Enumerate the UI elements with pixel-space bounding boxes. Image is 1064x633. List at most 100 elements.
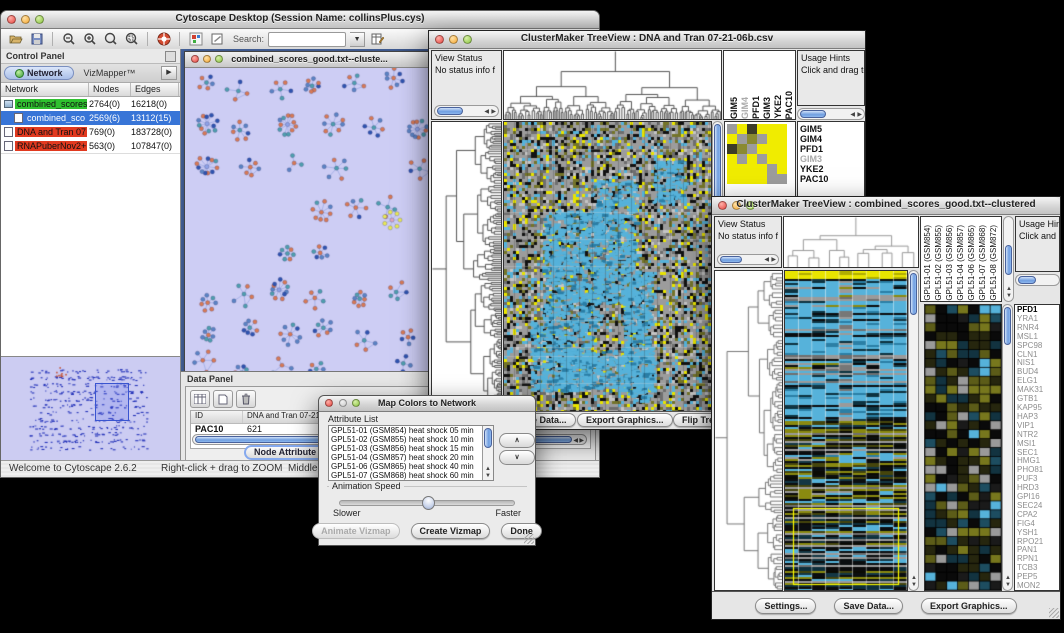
- create-vizmap-button[interactable]: Create Vizmap: [411, 523, 491, 539]
- column-label[interactable]: YKE2: [773, 95, 783, 119]
- save-data-button[interactable]: Save Data...: [834, 598, 903, 614]
- settings-button[interactable]: Settings...: [755, 598, 816, 614]
- save-session-icon[interactable]: [28, 31, 45, 47]
- row-label[interactable]: GIM5: [798, 124, 864, 134]
- network-name: RNAPuberNov2+I: [15, 141, 87, 151]
- column-label[interactable]: GIM5: [729, 97, 739, 119]
- col-header-network[interactable]: Network: [1, 83, 89, 96]
- move-up-button[interactable]: ∧: [499, 433, 535, 448]
- animation-speed-slider[interactable]: [339, 500, 515, 506]
- column-dendrogram-panel[interactable]: [783, 216, 919, 268]
- column-labels-panel: GPL51-01 (GSM854)GPL51-02 (GSM855)GPL51-…: [920, 216, 1002, 302]
- usage-hints-scrollbar[interactable]: ◀▶: [797, 108, 865, 120]
- attribute-list-scrollbar[interactable]: ▲▼: [482, 426, 493, 480]
- network-graph-canvas[interactable]: [185, 68, 434, 379]
- animate-vizmap-button[interactable]: Animate Vizmap: [312, 523, 399, 539]
- network-overview-panel[interactable]: [1, 356, 180, 461]
- move-down-button[interactable]: ∨: [499, 450, 535, 465]
- row-dendrogram-panel[interactable]: [714, 270, 783, 591]
- column-label[interactable]: GPL51-03 (GSM856): [945, 225, 956, 301]
- overview-viewport-rect[interactable]: [95, 383, 129, 421]
- usage-hints-scrollbar[interactable]: [1015, 274, 1060, 286]
- zoom-in-icon[interactable]: [81, 31, 98, 47]
- view-status-scrollbar[interactable]: ◀▶: [434, 105, 499, 117]
- attribute-list-item[interactable]: GPL51-07 (GSM868) heat shock 60 min: [329, 471, 493, 480]
- tab-overflow-button[interactable]: ▶: [161, 66, 177, 80]
- network-tree-row[interactable]: combined_scores 2764(0) 16218(0): [1, 97, 180, 111]
- column-label[interactable]: GPL51-01 (GSM854): [923, 225, 934, 301]
- row-dendrogram-panel[interactable]: [431, 121, 502, 413]
- dialog-titlebar[interactable]: Map Colors to Network: [319, 396, 535, 412]
- zoom-out-icon[interactable]: [60, 31, 77, 47]
- column-label[interactable]: GPL51-02 (GSM855): [934, 225, 945, 301]
- network-file-icon: [4, 141, 13, 151]
- select-attributes-icon[interactable]: [190, 390, 210, 408]
- attribute-list-item[interactable]: GPL51-02 (GSM855) heat shock 10 min: [329, 435, 493, 444]
- delete-attribute-icon[interactable]: [236, 390, 256, 408]
- gene-label[interactable]: MON2: [1017, 582, 1059, 591]
- column-label[interactable]: PFD1: [751, 96, 761, 119]
- zoom-selected-icon[interactable]: [123, 31, 140, 47]
- column-labels-scrollbar[interactable]: ▲▼: [1003, 216, 1014, 302]
- attribute-list-item[interactable]: GPL51-03 (GSM856) heat shock 15 min: [329, 444, 493, 453]
- export-graphics-button[interactable]: Export Graphics...: [577, 413, 673, 427]
- column-label[interactable]: GPL51-04 (GSM857): [956, 225, 967, 301]
- export-graphics-button[interactable]: Export Graphics...: [921, 598, 1017, 614]
- network-tree-row[interactable]: combined_sco 2569(6) 13112(15): [1, 111, 180, 125]
- zoomed-heatmap-panel[interactable]: [924, 304, 1002, 591]
- network-tree-row[interactable]: DNA and Tran 07 769(0) 183728(0): [1, 125, 180, 139]
- open-session-icon[interactable]: [7, 31, 24, 47]
- column-label[interactable]: GPL51-08 (GSM872): [989, 225, 1000, 301]
- view-status-scrollbar[interactable]: ◀▶: [717, 254, 779, 265]
- row-label[interactable]: PFD1: [798, 144, 864, 154]
- similarity-cell: [747, 164, 757, 174]
- similarity-cell: [767, 154, 777, 164]
- network-overview-canvas[interactable]: [1, 357, 179, 459]
- network-tree-row[interactable]: RNAPuberNov2+I 563(0) 107847(0): [1, 139, 180, 153]
- attribute-list-item[interactable]: GPL51-04 (GSM857) heat shock 20 min: [329, 453, 493, 462]
- help-lifering-icon[interactable]: [155, 31, 172, 47]
- similarity-cell: [737, 174, 747, 184]
- attribute-browser-icon[interactable]: [369, 31, 386, 47]
- float-panel-icon[interactable]: [165, 51, 176, 62]
- done-button[interactable]: Done: [501, 523, 542, 539]
- resize-grip[interactable]: [524, 534, 534, 544]
- resize-grip[interactable]: [1049, 608, 1059, 618]
- row-label[interactable]: GIM4: [798, 134, 864, 144]
- attribute-list-item[interactable]: GPL51-01 (GSM854) heat shock 05 min: [329, 426, 493, 435]
- heatmap-panel[interactable]: [784, 270, 908, 591]
- cytoscape-titlebar[interactable]: Cytoscape Desktop (Session Name: collins…: [1, 11, 599, 29]
- zoomed-heatmap-scrollbar[interactable]: ▲▼: [1002, 304, 1013, 591]
- row-label[interactable]: YKE2: [798, 164, 864, 174]
- attribute-listbox[interactable]: ▲▼ GPL51-01 (GSM854) heat shock 05 minGP…: [328, 425, 494, 481]
- view-status-info: No status info f: [715, 229, 781, 241]
- heatmap-panel[interactable]: [503, 121, 712, 413]
- treeview2-titlebar[interactable]: ClusterMaker TreeView : combined_scores_…: [712, 197, 1060, 215]
- row-label[interactable]: GIM3: [798, 154, 864, 164]
- network-name: combined_sco: [25, 113, 87, 123]
- attribute-list-item[interactable]: GPL51-06 (GSM865) heat shock 40 min: [329, 462, 493, 471]
- row-label[interactable]: PAC10: [798, 174, 864, 184]
- slider-thumb[interactable]: [422, 496, 435, 510]
- vizmapper-icon[interactable]: [187, 31, 204, 47]
- search-dropdown-icon[interactable]: ▼: [350, 32, 365, 47]
- zoom-fit-icon[interactable]: [102, 31, 119, 47]
- col-header-id[interactable]: ID: [191, 411, 243, 423]
- column-label[interactable]: GIM4: [740, 97, 750, 119]
- heatmap-vscrollbar[interactable]: ▲▼: [908, 270, 919, 591]
- column-label[interactable]: GIM3: [762, 97, 772, 119]
- column-dendrogram-panel[interactable]: [503, 50, 722, 120]
- treeview1-titlebar[interactable]: ClusterMaker TreeView : DNA and Tran 07-…: [429, 31, 865, 49]
- col-header-edges[interactable]: Edges: [131, 83, 179, 96]
- new-attribute-icon[interactable]: [213, 390, 233, 408]
- annotation-icon[interactable]: [208, 31, 225, 47]
- tab-network[interactable]: Network: [4, 66, 74, 80]
- tab-vizmapper[interactable]: VizMapper™: [76, 67, 144, 79]
- column-label[interactable]: GPL51-07 (GSM868): [978, 225, 989, 301]
- column-label[interactable]: PAC10: [784, 91, 794, 119]
- network-view-titlebar[interactable]: combined_scores_good.txt--cluste...: [185, 52, 434, 68]
- col-header-nodes[interactable]: Nodes: [89, 83, 131, 96]
- treeview2-buttonbar: Settings... Save Data... Export Graphics…: [712, 591, 1060, 619]
- search-input[interactable]: [268, 32, 346, 47]
- column-label[interactable]: GPL51-06 (GSM865): [967, 225, 978, 301]
